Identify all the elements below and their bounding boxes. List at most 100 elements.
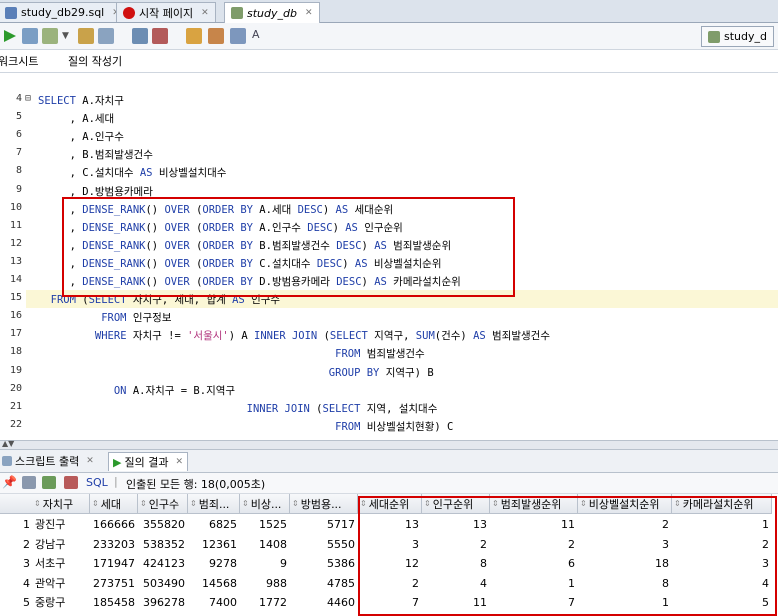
grid-cell[interactable]: 9 [243,554,287,573]
splitter-arrows-icon[interactable]: ▲▼ [2,439,14,448]
sort-icon[interactable]: ⇕ [34,499,41,508]
sql-tuning-icon[interactable] [186,28,202,44]
grid-cell[interactable]: 166666 [93,515,135,534]
panel-splitter[interactable]: ▲▼ [0,439,778,450]
connection-selector[interactable]: study_d [701,26,774,47]
eraser-icon[interactable] [208,28,224,44]
grid-cell[interactable]: 233203 [93,535,135,554]
sql-editor[interactable]: 4 5 6 7 8 9 10 11 12 13 14 15 16 17 18 19 20 21 22 ⊟ SELECT… [0,73,778,439]
grid-cell[interactable]: 1525 [243,515,287,534]
tab-query-result[interactable]: ▶ 질의 결과 ✕ [108,452,188,471]
sort-icon[interactable]: ⇕ [92,499,99,508]
run-script-icon[interactable] [22,28,38,44]
grid-cell[interactable]: 273751 [93,574,135,593]
grid-cell[interactable]: 171947 [93,554,135,573]
print-icon[interactable] [22,476,36,489]
column-header[interactable]: ⇕ 자치구 [32,494,90,514]
code-line[interactable]: , C.설치대수 AS 비상벨설치대수 [38,165,227,180]
grid-cell[interactable]: 9278 [191,554,237,573]
code-line[interactable]: FROM 범죄발생건수 [38,346,425,361]
grid-cell[interactable]: 4785 [293,574,355,593]
run-statement-icon[interactable] [2,28,18,44]
grid-cell[interactable]: 12361 [191,535,237,554]
format-icon[interactable]: A [252,28,268,44]
history-icon[interactable] [230,28,246,44]
row-number: 1 [23,518,30,531]
highlight-box-rank-columns [358,496,777,616]
line-number: 14 [9,274,22,285]
grid-cell[interactable]: 5550 [293,535,355,554]
file-tab-study-db[interactable]: study_db ✕ [224,2,320,23]
sort-icon[interactable]: ⇕ [242,499,249,508]
close-icon[interactable]: ✕ [305,8,313,18]
grid-cell[interactable]: 강남구 [35,535,87,554]
column-header[interactable]: ⇕ 범죄... [188,494,240,514]
grid-cell[interactable]: 1408 [243,535,287,554]
grid-cell[interactable]: 5386 [293,554,355,573]
cancel-icon[interactable] [152,28,168,44]
grid-cell[interactable]: 5717 [293,515,355,534]
code-line[interactable]: FROM 인구정보 [38,310,171,325]
sql-link[interactable]: SQL [86,476,108,489]
column-header[interactable]: ⇕ 인구수 [138,494,188,514]
tab-worksheet[interactable]: 워크시트 [0,53,38,69]
script-output-icon [2,456,12,466]
commit-icon[interactable] [42,28,58,44]
grid-cell[interactable]: 355820 [141,515,185,534]
fold-toggle-icon[interactable]: ⊟ [25,93,31,104]
grid-cell[interactable]: 4460 [293,593,355,612]
grid-cell[interactable]: 503490 [141,574,185,593]
file-tab-sql[interactable]: study_db29.sql ✕ [0,2,127,22]
grid-cell[interactable]: 396278 [141,593,185,612]
column-header[interactable]: ⇕ 세대 [90,494,138,514]
code-line[interactable]: , A.인구수 [38,129,124,144]
grid-cell[interactable]: 988 [243,574,287,593]
code-line[interactable]: GROUP BY 지역구) B [38,365,434,380]
column-header[interactable]: ⇕ 비상... [240,494,290,514]
chevron-down-icon[interactable]: ▼ [62,28,78,44]
grid-cell[interactable]: 185458 [93,593,135,612]
code-line[interactable]: INNER JOIN (SELECT 지역, 설치대수 [38,401,438,416]
line-number: 10 [9,201,22,213]
file-tab-start-page[interactable]: 시작 페이지 ✕ [116,2,216,22]
refresh-icon[interactable] [42,476,56,489]
line-number: 5 [15,111,22,123]
close-icon[interactable]: ✕ [175,457,183,467]
close-icon[interactable]: ✕ [201,8,209,18]
delete-icon[interactable] [64,476,78,489]
tab-script-output[interactable]: 스크립트 출력 ✕ [0,452,98,470]
grid-cell[interactable]: 서초구 [35,554,87,573]
pin-icon[interactable]: 📌 [2,475,17,489]
sort-icon[interactable]: ⇕ [140,499,147,508]
grid-cell[interactable]: 14568 [191,574,237,593]
grid-cell[interactable]: 1772 [243,593,287,612]
code-line[interactable]: , B.범죄발생건수 [38,147,153,162]
grid-cell[interactable]: 광진구 [35,515,87,534]
code-line[interactable]: , A.세대 [38,111,115,126]
column-header[interactable]: ⇕ 방범용... [290,494,358,514]
grid-cell[interactable]: 중랑구 [35,593,87,612]
line-number: 22 [9,418,22,430]
file-tab-label: 시작 페이지 [139,6,194,20]
line-number: 8 [15,165,22,177]
sql-file-icon [5,6,17,19]
grid-cell[interactable]: 538352 [141,535,185,554]
close-icon[interactable]: ✕ [86,456,94,466]
sort-icon[interactable]: ⇕ [190,499,197,508]
grid-cell[interactable]: 6825 [191,515,237,534]
code-line[interactable]: SELECT A.자치구 [38,93,124,108]
column-header-label: 비상... [250,497,282,511]
code-line[interactable]: FROM 비상벨설치현황) C [38,419,453,434]
line-number-gutter: 4 5 6 7 8 9 10 11 12 13 14 15 16 17 18 19 20 21 22 [0,73,26,439]
grid-cell[interactable]: 7400 [191,593,237,612]
grid-cell[interactable]: 관악구 [35,574,87,593]
code-line[interactable]: WHERE 자치구 != '서울시') A INNER JOIN (SELECT… [38,328,550,343]
line-number: 15 [9,292,22,304]
sort-icon[interactable]: ⇕ [292,499,299,508]
autotrace-icon[interactable] [98,28,114,44]
tab-query-builder[interactable]: 질의 작성기 [68,53,122,69]
explain-plan-icon[interactable] [78,28,94,44]
code-line[interactable]: ON A.자치구 = B.지역구 [38,383,235,398]
grid-cell[interactable]: 424123 [141,554,185,573]
rollback-icon[interactable] [132,28,148,44]
